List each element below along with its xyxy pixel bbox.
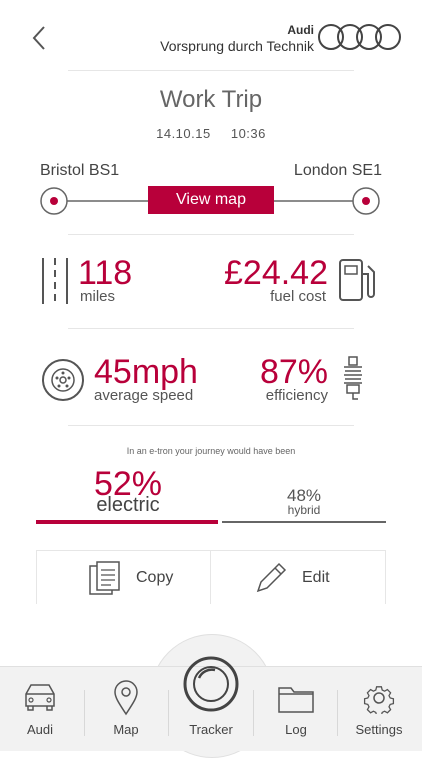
tab-audi[interactable]: Audi (5, 680, 75, 742)
trip-time: 10:36 (230, 126, 266, 141)
edit-label: Edit (302, 569, 330, 586)
average-speed-value: 45mph (94, 353, 198, 391)
brand-name: Audi (287, 23, 314, 37)
tab-label: Audi (26, 722, 54, 737)
fuel-pump-icon (339, 259, 375, 301)
route-to: London SE1 (293, 162, 382, 179)
copy-label: Copy (136, 569, 174, 586)
distance-unit: miles (80, 288, 116, 305)
brand-tagline: Vorsprung durch Technik (160, 38, 314, 54)
tab-label: Map (113, 722, 139, 737)
tab-divider (337, 690, 338, 736)
route-from: Bristol BS1 (40, 162, 120, 179)
divider (68, 234, 354, 235)
tab-settings[interactable]: Settings (344, 680, 414, 742)
divider (385, 550, 386, 604)
tab-divider (84, 690, 85, 736)
tracker-icon (183, 656, 239, 712)
tab-log[interactable]: Log (261, 680, 331, 742)
divider (210, 550, 211, 604)
back-chevron-icon[interactable] (28, 24, 52, 52)
tab-label: Log (285, 722, 307, 737)
tab-divider (253, 690, 254, 736)
four-rings-icon (318, 24, 401, 50)
folder-icon (278, 687, 314, 713)
brand-block: Audi Vorsprung durch Technik (160, 22, 314, 54)
road-icon (42, 258, 68, 304)
divider (68, 70, 354, 71)
electric-label: electric (96, 494, 160, 516)
tab-map[interactable]: Map (91, 680, 161, 742)
copy-icon (89, 561, 120, 595)
gear-icon (363, 686, 395, 714)
tab-tracker[interactable]: Tracker (176, 654, 246, 742)
spark-plug-icon (344, 356, 362, 400)
divider (36, 550, 386, 551)
average-speed-label: average speed (94, 387, 194, 404)
view-map-button[interactable]: View map (148, 186, 274, 214)
efficiency-value: 87% (259, 353, 328, 391)
trip-datetime: 14.10.15 10:36 (0, 126, 422, 141)
efficiency-label: efficiency (265, 387, 328, 404)
pencil-icon (256, 562, 287, 593)
trip-date: 14.10.15 (156, 126, 211, 141)
copy-button[interactable]: Copy (88, 558, 198, 598)
tab-divider (168, 690, 169, 736)
map-pin-icon (114, 680, 138, 716)
trip-title: Work Trip (159, 86, 263, 113)
distance-value: 118 (78, 254, 133, 292)
hybrid-bar (222, 521, 386, 523)
edit-button[interactable]: Edit (254, 558, 364, 598)
wheel-icon (42, 359, 84, 401)
fuel-cost-value: £24.42 (224, 254, 328, 292)
tab-label: Tracker (189, 722, 233, 737)
fuel-cost-label: fuel cost (270, 288, 326, 305)
etron-note: In an e-tron your journey would have bee… (126, 446, 296, 456)
tab-label: Settings (355, 722, 403, 737)
divider (36, 550, 37, 604)
divider (68, 425, 354, 426)
divider (68, 328, 354, 329)
electric-bar (36, 520, 218, 524)
hybrid-label: hybrid (287, 503, 321, 517)
car-icon (25, 684, 55, 711)
